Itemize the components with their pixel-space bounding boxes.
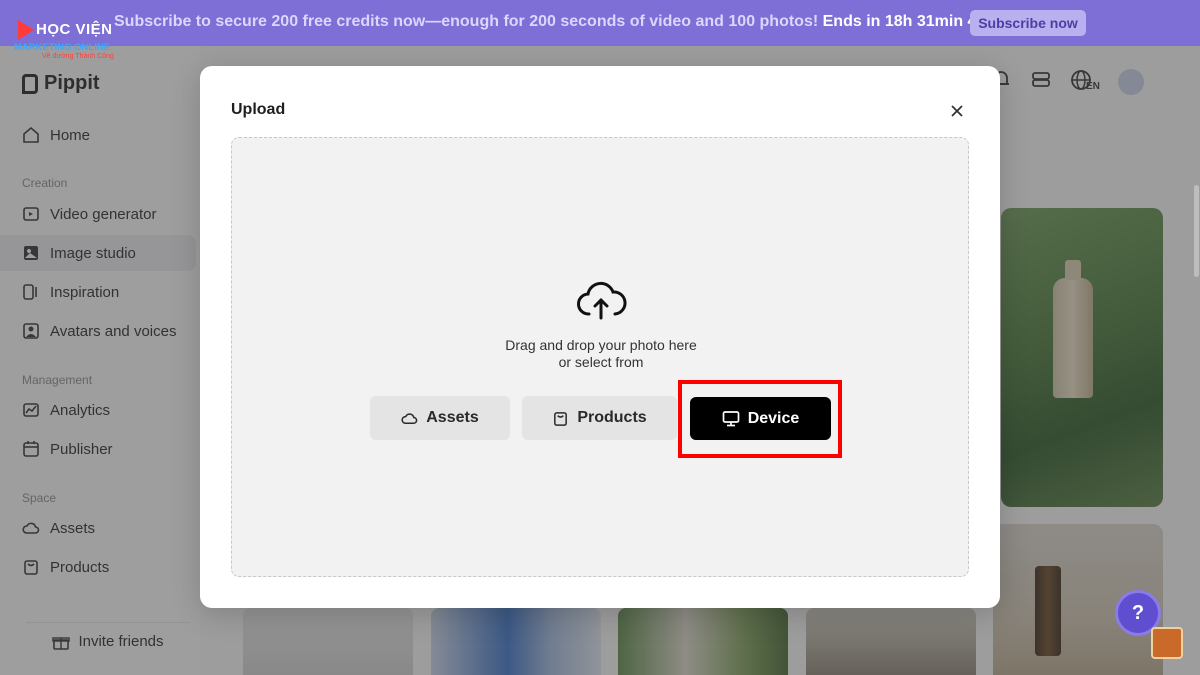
products-label: Products <box>577 409 647 426</box>
play-icon <box>18 20 34 40</box>
bag-icon <box>554 411 568 426</box>
watermark-line3: Vẽ đường Thành Công <box>42 53 114 60</box>
drop-line-1: Drag and drop your photo here <box>505 337 697 353</box>
banner-countdown: Ends in 18h 31min 43s <box>822 13 995 30</box>
drop-instructions: Drag and drop your photo here or select … <box>232 337 970 371</box>
watermark-line1: HỌC VIỆN <box>36 21 113 38</box>
close-button[interactable] <box>945 99 969 123</box>
modal-title: Upload <box>231 101 286 118</box>
products-button[interactable]: Products <box>522 396 677 440</box>
watermark-line2: MARKETING ONLINE <box>14 42 111 53</box>
assets-button[interactable]: Assets <box>370 396 510 440</box>
drop-line-2: or select from <box>558 354 644 370</box>
upload-modal: Upload Drag and drop your photo here or … <box>200 66 1000 608</box>
cloud-icon <box>401 412 418 424</box>
device-highlight-box <box>678 380 842 458</box>
corner-badge-icon <box>1151 627 1183 659</box>
watermark-logo: HỌC VIỆN MARKETING ONLINE Vẽ đường Thành… <box>14 18 118 64</box>
promo-banner: Subscribe to secure 200 free credits now… <box>0 0 1200 46</box>
banner-text: Subscribe to secure 200 free credits now… <box>114 13 994 31</box>
scrollbar[interactable] <box>1194 185 1199 277</box>
subscribe-button[interactable]: Subscribe now <box>970 10 1086 36</box>
cloud-upload-icon <box>577 281 627 320</box>
drop-zone[interactable]: Drag and drop your photo here or select … <box>231 137 969 577</box>
close-icon <box>951 105 963 117</box>
assets-label: Assets <box>426 409 479 426</box>
banner-message: Subscribe to secure 200 free credits now… <box>114 13 823 30</box>
